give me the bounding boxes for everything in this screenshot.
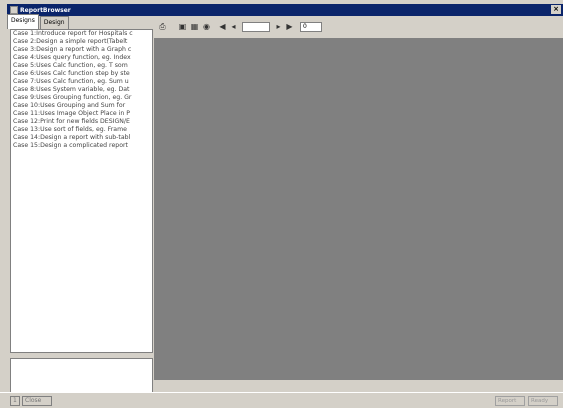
list-item[interactable]: Case 15:Design a complicated report <box>11 142 152 150</box>
left-pane: Designs Design Case 1:Introduce report f… <box>7 14 154 402</box>
status-panel-report: Report <box>495 396 525 406</box>
prev-page-icon[interactable]: ◂ <box>229 22 238 31</box>
tab-bar: Designs Design <box>7 14 154 29</box>
list-item[interactable]: Case 5:Uses Calc function, eg. T som <box>11 62 152 70</box>
list-item[interactable]: Case 9:Uses Grouping function, eg. Gr <box>11 94 152 102</box>
list-item[interactable]: Case 11:Uses Image Object Place in P <box>11 110 152 118</box>
first-page-icon[interactable]: ◀ <box>218 22 227 31</box>
list-item[interactable]: Case 8:Uses System variable, eg. Dat <box>11 86 152 94</box>
app-icon <box>10 6 18 14</box>
list-item[interactable]: Case 6:Uses Calc function step by ste <box>11 70 152 78</box>
list-item[interactable]: Case 3:Design a report with a Graph c <box>11 46 152 54</box>
list-item[interactable]: Case 2:Design a simple report(Tabelt <box>11 38 152 46</box>
print-icon[interactable]: ⎙ <box>158 22 167 31</box>
window-titlebar: ReportBrowser × <box>7 4 563 16</box>
last-page-icon[interactable]: ▶ <box>285 22 294 31</box>
list-item[interactable]: Case 7:Uses Calc function, eg. Sum u <box>11 78 152 86</box>
list-item[interactable]: Case 13:Use sort of fields, eg. Frame <box>11 126 152 134</box>
close-button[interactable]: × <box>551 5 561 14</box>
page-number-input[interactable] <box>242 22 270 32</box>
preview-toolbar: ⎙ ▣ ▦ ◉ ◀ ◂ ▸ ▶ 0 <box>154 16 563 38</box>
status-button-close[interactable]: Close <box>22 396 52 406</box>
list-item[interactable]: Case 12:Print for new fields DESIGN/E <box>11 118 152 126</box>
status-button-1[interactable]: 1 <box>10 396 20 406</box>
status-panel-ready: Ready <box>528 396 558 406</box>
window-title: ReportBrowser <box>20 6 71 14</box>
list-item[interactable]: Case 10:Uses Grouping and Sum for <box>11 102 152 110</box>
export-icon[interactable]: ▦ <box>190 22 199 31</box>
setup-icon[interactable]: ◉ <box>202 22 211 31</box>
list-item[interactable]: Case 1:Introduce report for Hospitals c <box>11 30 152 38</box>
list-item[interactable]: Case 14:Design a report with sub-tabl <box>11 134 152 142</box>
list-item[interactable]: Case 4:Uses query function, eg. Index <box>11 54 152 62</box>
status-bar: 1 Close Report Ready <box>0 392 563 408</box>
case-list[interactable]: Case 1:Introduce report for Hospitals c … <box>10 29 153 353</box>
save-icon[interactable]: ▣ <box>178 22 187 31</box>
tab-design[interactable]: Design <box>39 16 69 29</box>
zoom-input[interactable]: 0 <box>300 22 322 32</box>
report-preview-area[interactable] <box>154 38 563 380</box>
next-page-icon[interactable]: ▸ <box>274 22 283 31</box>
tab-designs[interactable]: Designs <box>7 14 39 29</box>
